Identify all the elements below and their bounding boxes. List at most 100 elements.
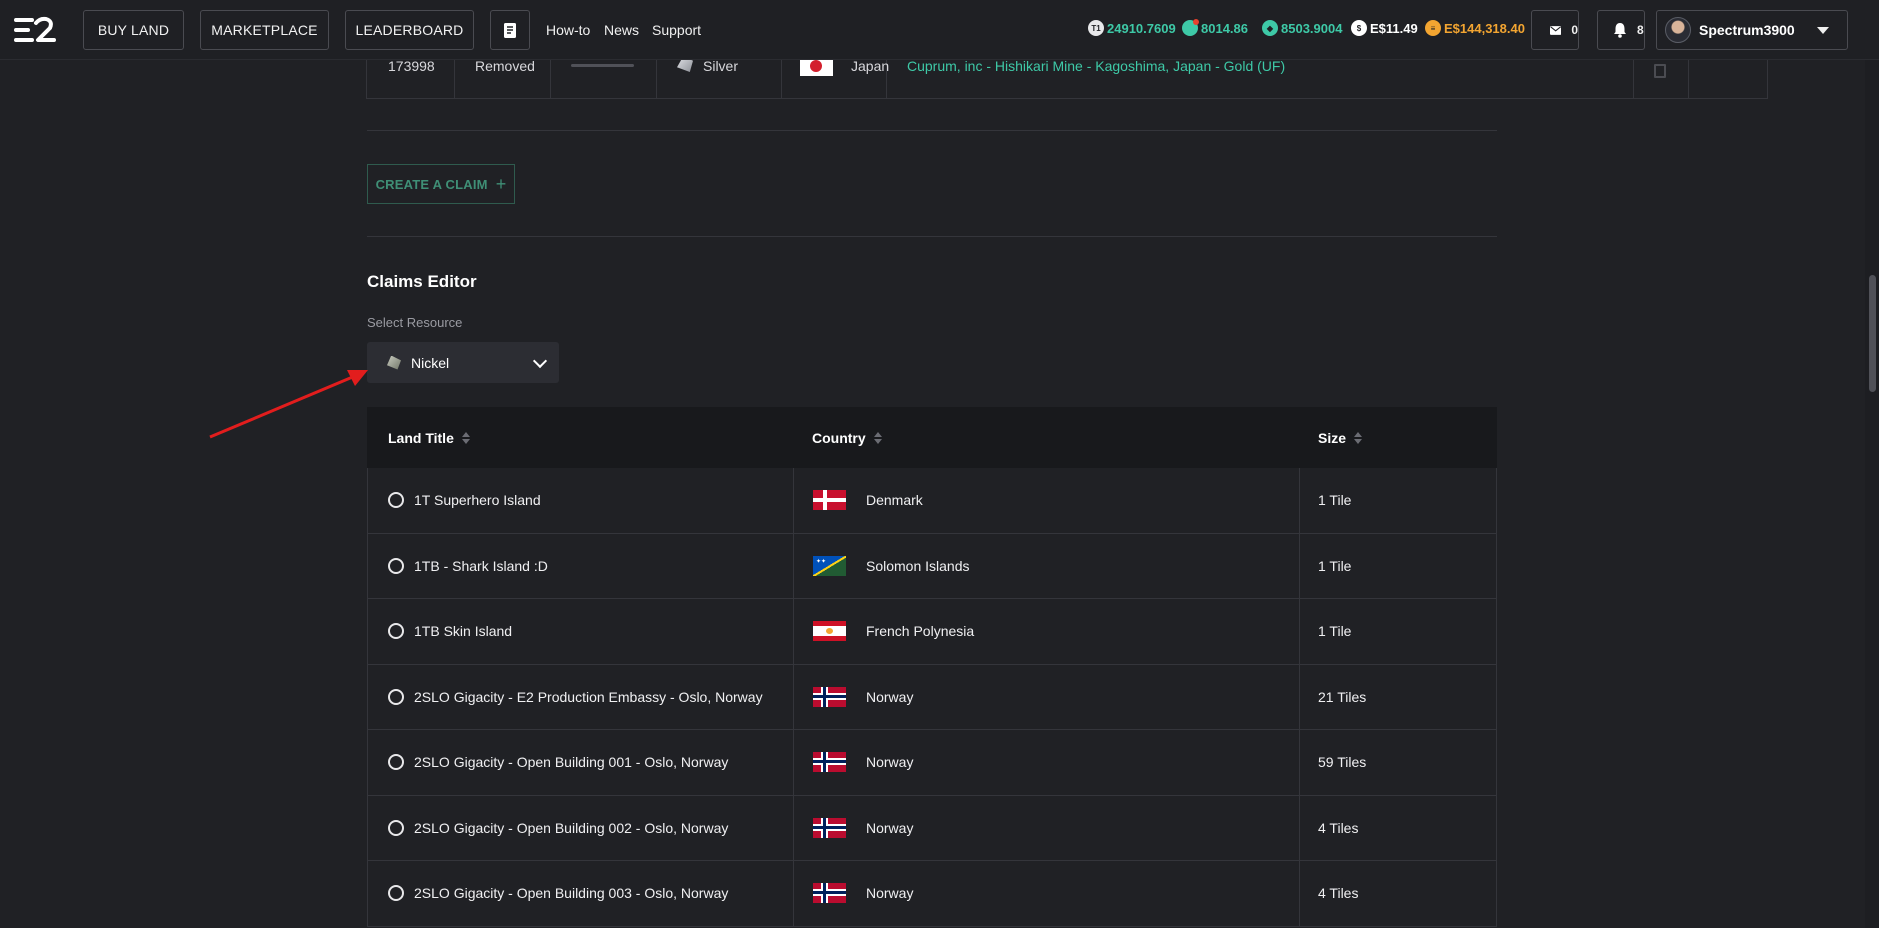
divider — [367, 236, 1497, 237]
land-title-cell: 2SLO Gigacity - E2 Production Embassy - … — [388, 665, 763, 730]
radio-button[interactable] — [388, 885, 404, 902]
gem-balance[interactable]: 8014.86 — [1182, 19, 1248, 36]
table-row[interactable]: 1T Superhero Island Denmark 1 Tile — [367, 468, 1497, 534]
radio-button[interactable] — [388, 754, 404, 771]
t1-balance-value: 24910.7609 — [1107, 20, 1176, 36]
e2-logo[interactable] — [14, 16, 56, 44]
french-polynesia-flag-icon — [813, 621, 846, 642]
column-divider — [1299, 730, 1300, 795]
header-label: Country — [812, 429, 866, 446]
gem-balance-value: 8014.86 — [1201, 20, 1248, 36]
land-title: 1TB Skin Island — [414, 623, 513, 640]
status-text: Removed — [475, 58, 535, 74]
table-row[interactable]: 1TB Skin Island French Polynesia 1 Tile — [367, 599, 1497, 665]
dollar-balance[interactable]: $ E$11.49 — [1351, 20, 1418, 36]
country-name: Norway — [866, 885, 914, 902]
country-name: French Polynesia — [866, 623, 975, 640]
country-name: Norway — [866, 754, 914, 771]
column-divider — [793, 730, 794, 795]
radio-button[interactable] — [388, 492, 404, 509]
land-title: 2SLO Gigacity - E2 Production Embassy - … — [414, 688, 763, 705]
plus-icon: + — [495, 174, 507, 194]
size-value: 1 Tile — [1318, 623, 1352, 640]
size-value: 1 Tile — [1318, 557, 1352, 574]
avatar — [1665, 17, 1691, 43]
land-title-cell: 2SLO Gigacity - Open Building 003 - Oslo… — [388, 861, 728, 926]
scrollbar-thumb[interactable] — [1869, 275, 1876, 392]
size-cell: 4 Tiles — [1318, 796, 1358, 861]
selected-resource: Nickel — [411, 354, 450, 371]
table-row[interactable]: 1TB - Shark Island :D ✦✦ Solomon Islands 1 … — [367, 533, 1497, 599]
user-menu[interactable]: Spectrum3900 — [1656, 10, 1848, 50]
column-divider — [1299, 795, 1300, 860]
buy-land-button[interactable]: BUY LAND — [83, 10, 184, 50]
trash-icon[interactable] — [1654, 64, 1666, 78]
size-column-header[interactable]: Size — [1318, 407, 1363, 468]
resource-select[interactable]: Nickel — [367, 342, 559, 383]
bell-icon — [1614, 23, 1626, 38]
country-name: Denmark — [866, 492, 923, 509]
radio-button[interactable] — [388, 688, 404, 705]
table-row[interactable]: 2SLO Gigacity - Open Building 003 - Oslo… — [367, 861, 1497, 927]
norway-flag-icon — [813, 883, 846, 904]
leaderboard-button[interactable]: LEADERBOARD — [345, 10, 474, 50]
property-id: 173998 — [388, 58, 435, 74]
norway-flag-icon — [813, 817, 846, 838]
mail-button[interactable]: 0 — [1531, 10, 1579, 50]
news-link[interactable]: News — [604, 22, 639, 38]
country-cell: Denmark — [813, 468, 923, 533]
document-button[interactable] — [490, 10, 530, 50]
t1-balance[interactable]: T1 24910.7609 — [1088, 20, 1176, 36]
scrollbar[interactable] — [1865, 60, 1879, 928]
country-column-header[interactable]: Country — [812, 407, 882, 468]
column-divider — [1299, 533, 1300, 598]
notifications-button[interactable]: 8 — [1597, 10, 1645, 50]
country-name: Solomon Islands — [866, 557, 970, 574]
size-value: 1 Tile — [1318, 492, 1352, 509]
size-cell: 21 Tiles — [1318, 665, 1366, 730]
red-arrow-annotation — [209, 370, 368, 439]
notification-count: 8 — [1637, 23, 1644, 37]
claims-table: Land Title Country Size 1T Superhero Isl… — [367, 407, 1497, 927]
radio-button[interactable] — [388, 623, 404, 640]
t1-token-icon: T1 — [1088, 20, 1104, 36]
size-value: 21 Tiles — [1318, 688, 1367, 705]
top-navigation-bar: BUY LAND MARKETPLACE LEADERBOARD How-to … — [0, 0, 1879, 60]
chevron-down-icon — [532, 353, 548, 369]
select-resource-label: Select Resource — [367, 315, 463, 330]
table-row[interactable]: 2SLO Gigacity - Open Building 001 - Oslo… — [367, 730, 1497, 796]
support-link[interactable]: Support — [652, 22, 701, 38]
column-divider — [793, 599, 794, 664]
column-divider — [793, 468, 794, 533]
table-header: Land Title Country Size — [367, 407, 1497, 468]
land-title-link[interactable]: Cuprum, inc - Hishikari Mine - Kagoshima… — [907, 58, 1285, 74]
table-row[interactable]: 2SLO Gigacity - E2 Production Embassy - … — [367, 664, 1497, 730]
country-cell: Norway — [813, 796, 913, 861]
land-title: 1TB - Shark Island :D — [414, 557, 548, 574]
ether-balance[interactable]: ◆ 8503.9004 — [1262, 20, 1342, 36]
land-title-column-header[interactable]: Land Title — [388, 407, 470, 468]
username: Spectrum3900 — [1699, 22, 1795, 38]
gold-balance[interactable]: ≡ E$144,318.40 — [1425, 20, 1525, 36]
solomon-islands-flag-icon: ✦✦ — [813, 555, 846, 576]
table-row[interactable]: 2SLO Gigacity - Open Building 002 - Oslo… — [367, 795, 1497, 861]
country-cell: French Polynesia — [813, 599, 974, 664]
radio-button[interactable] — [388, 819, 404, 836]
marketplace-button[interactable]: MARKETPLACE — [200, 10, 329, 50]
land-title: 2SLO Gigacity - Open Building 001 - Oslo… — [414, 754, 729, 771]
radio-button[interactable] — [388, 557, 404, 574]
size-value: 4 Tiles — [1318, 819, 1359, 836]
country-cell: Norway — [813, 730, 913, 795]
progress-bar — [571, 64, 634, 67]
land-title-cell: 1TB - Shark Island :D — [388, 534, 548, 599]
column-divider — [793, 795, 794, 860]
header-label: Land Title — [388, 429, 454, 446]
sort-icon — [873, 431, 882, 444]
how-to-link[interactable]: How-to — [546, 22, 590, 38]
norway-flag-icon — [813, 686, 846, 707]
land-title-cell: 2SLO Gigacity - Open Building 001 - Oslo… — [388, 730, 728, 795]
resource-name: Silver — [703, 58, 739, 74]
size-cell: 59 Tiles — [1318, 730, 1366, 795]
create-claim-button[interactable]: CREATE A CLAIM + — [367, 164, 515, 204]
column-divider — [793, 533, 794, 598]
